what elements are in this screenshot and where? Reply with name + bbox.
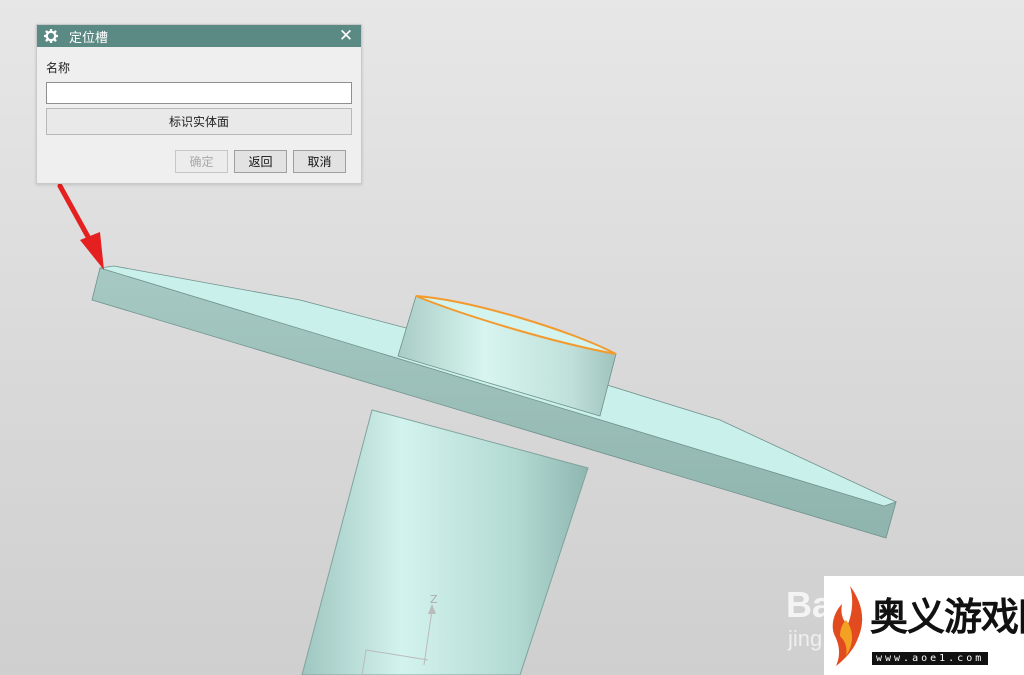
gear-icon[interactable] — [43, 28, 59, 44]
locate-slot-dialog: 定位槽 ✕ 名称 标识实体面 确定 返回 取消 — [36, 24, 362, 184]
logo-text: 奥义游戏网 — [870, 594, 1024, 639]
name-input[interactable] — [46, 82, 352, 104]
close-icon[interactable]: ✕ — [337, 27, 355, 45]
dialog-titlebar[interactable]: 定位槽 ✕ — [37, 25, 361, 47]
site-logo: 奥义游戏网 www.aoe1.com — [824, 576, 1024, 675]
name-label: 名称 — [46, 61, 71, 75]
select-solid-face-button[interactable]: 标识实体面 — [46, 108, 352, 135]
logo-url: www.aoe1.com — [872, 652, 989, 665]
back-button[interactable]: 返回 — [234, 150, 287, 173]
flame-logo-icon — [832, 586, 863, 666]
baidu-watermark-sub: jing — [788, 626, 823, 651]
ok-button[interactable]: 确定 — [175, 150, 228, 173]
dialog-title: 定位槽 — [69, 30, 109, 46]
axis-z-label: Z — [430, 593, 438, 606]
pointer-arrow — [57, 183, 104, 270]
shaft-cylinder[interactable] — [301, 409, 589, 675]
cancel-button[interactable]: 取消 — [293, 150, 346, 173]
